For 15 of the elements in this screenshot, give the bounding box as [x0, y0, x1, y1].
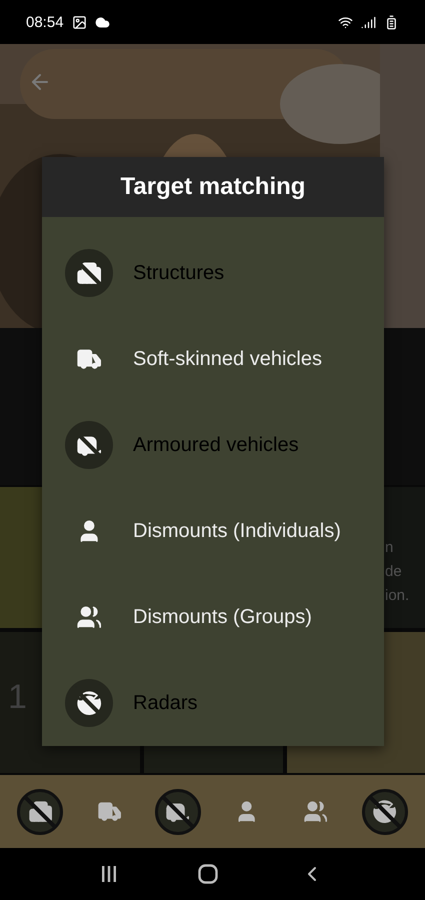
- home-icon[interactable]: [198, 864, 218, 884]
- filter-option[interactable]: Dismounts (Individuals): [42, 488, 384, 574]
- filter-option[interactable]: Soft-skinned vehicles: [42, 316, 384, 402]
- image-icon: [72, 14, 87, 30]
- tile-text: ion.: [385, 587, 410, 605]
- cloud-icon: [94, 14, 110, 30]
- wifi-icon: [338, 14, 353, 30]
- dialog-title: Target matching: [42, 157, 384, 217]
- tile-text: n: [385, 539, 394, 557]
- status-time: 08:54: [26, 14, 64, 30]
- tile-text: de: [385, 563, 403, 581]
- filter-option[interactable]: Dismounts (Groups): [42, 574, 384, 660]
- recent-apps-icon[interactable]: [100, 865, 117, 883]
- battery-icon: [384, 14, 399, 30]
- signal-icon: [361, 14, 376, 30]
